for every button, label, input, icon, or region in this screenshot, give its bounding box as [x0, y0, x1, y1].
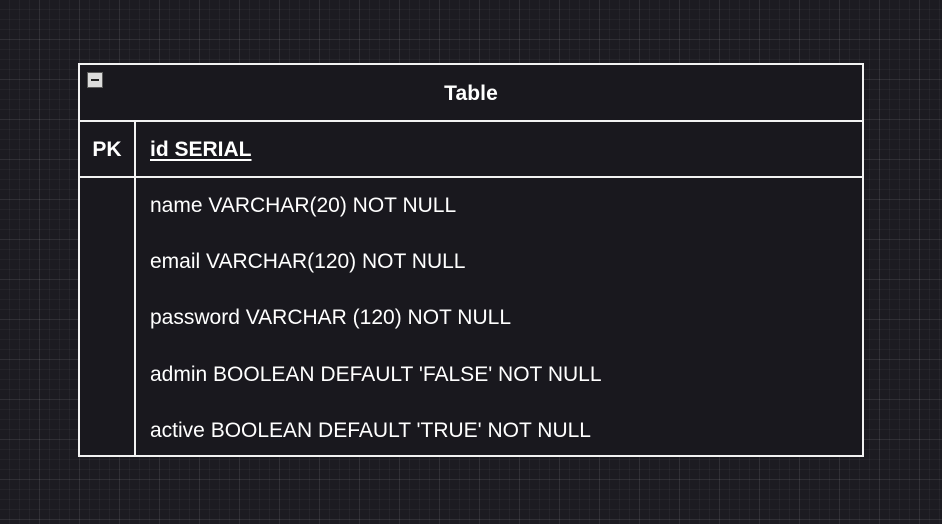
er-table[interactable]: Table PK id SERIAL name VARCHAR(20) NOT … — [78, 63, 864, 457]
key-column-divider — [134, 122, 136, 455]
field-row[interactable]: active BOOLEAN DEFAULT 'TRUE' NOT NULL — [150, 403, 862, 459]
field-list: name VARCHAR(20) NOT NULL email VARCHAR(… — [150, 178, 862, 459]
field-row[interactable]: email VARCHAR(120) NOT NULL — [150, 234, 862, 290]
field-row[interactable]: name VARCHAR(20) NOT NULL — [150, 178, 862, 234]
field-row[interactable]: password VARCHAR (120) NOT NULL — [150, 290, 862, 346]
pk-field[interactable]: id SERIAL — [150, 122, 252, 176]
pk-label: PK — [92, 138, 122, 161]
primary-key-row[interactable]: PK id SERIAL — [80, 122, 862, 178]
table-header: Table — [80, 65, 862, 122]
table-title[interactable]: Table — [80, 65, 862, 120]
field-row[interactable]: admin BOOLEAN DEFAULT 'FALSE' NOT NULL — [150, 347, 862, 403]
